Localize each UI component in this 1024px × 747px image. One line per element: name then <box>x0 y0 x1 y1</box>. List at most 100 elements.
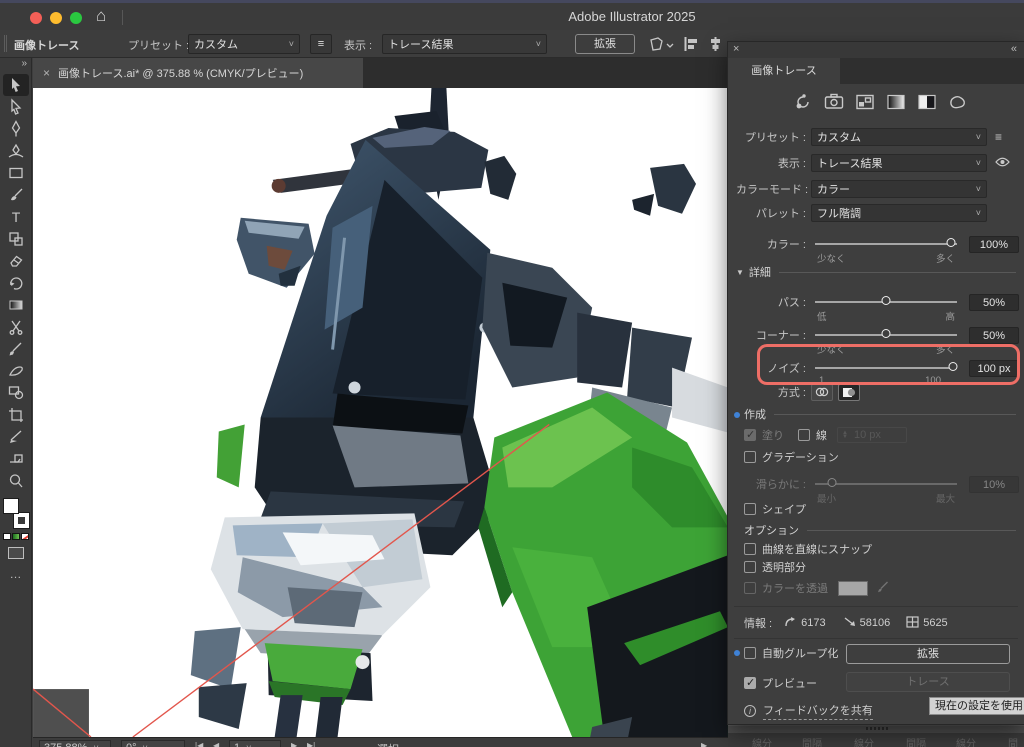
transparency-checkbox[interactable] <box>744 561 756 573</box>
document-tab[interactable]: × 画像トレース.ai* @ 375.88 % (CMYK/プレビュー) <box>33 58 363 88</box>
noise-value-field[interactable]: 100 px <box>969 359 1019 377</box>
close-panel-icon[interactable]: × <box>733 43 739 55</box>
view-label: 表示 : <box>777 158 806 170</box>
preset-dropdown[interactable]: カスタム ˅ <box>188 34 300 54</box>
status-play-icon[interactable]: ▶ <box>701 741 707 747</box>
share-feedback-link[interactable]: フィードバックを共有 <box>763 702 873 720</box>
preview-checkbox[interactable] <box>744 676 756 689</box>
chevron-down-icon: ˅ <box>535 39 541 49</box>
align-left-icon[interactable] <box>684 37 699 54</box>
smooth-value-field: 10% <box>969 475 1019 493</box>
chevron-down-icon: ˅ <box>143 743 148 747</box>
shaper-tool[interactable] <box>3 448 29 470</box>
path-slider[interactable]: 低 高 <box>815 295 957 323</box>
detail-section-header[interactable]: ▼ 詳細 <box>736 264 1016 280</box>
rectangle-tool[interactable] <box>3 162 29 184</box>
type-tool[interactable]: T <box>3 206 29 228</box>
shape-checkbox[interactable] <box>744 503 756 515</box>
noise-slider-knob[interactable] <box>948 362 958 371</box>
noise-slider[interactable]: 1 100 <box>815 361 958 386</box>
outline-preset-icon[interactable] <box>947 92 969 112</box>
path-value-field[interactable]: 50% <box>969 293 1019 311</box>
curvature-tool[interactable] <box>3 140 29 162</box>
document-setup-icon[interactable] <box>648 36 674 55</box>
prev-artboard-icon[interactable]: ◀ <box>213 741 219 747</box>
color-button[interactable] <box>2 533 11 540</box>
method-abutting-button[interactable] <box>811 383 833 401</box>
edit-toolbar-icon[interactable]: … <box>0 567 31 581</box>
gradient-button[interactable] <box>11 533 20 540</box>
rotate-view-tool[interactable] <box>3 272 29 294</box>
low-color-preset-icon[interactable] <box>854 92 876 112</box>
method-overlapping-button[interactable] <box>838 383 860 401</box>
preset-menu-icon[interactable]: ≡ <box>995 130 1002 144</box>
panel-resize-grip[interactable] <box>866 727 888 730</box>
auto-color-preset-icon[interactable] <box>792 92 814 112</box>
expand-button[interactable]: 拡張 <box>575 34 635 54</box>
artboard-number-dropdown[interactable]: 1 ˅ <box>229 740 281 747</box>
paintbrush-tool[interactable] <box>3 184 29 206</box>
view-label: 表示 : <box>344 40 373 52</box>
fill-stroke-row: 塗り 線 ▲▼ 10 px <box>744 426 1018 444</box>
autogroup-checkbox[interactable] <box>744 647 756 659</box>
expand-trace-button[interactable]: 拡張 <box>846 644 1010 664</box>
slice-tool[interactable] <box>3 426 29 448</box>
controlbar-grip[interactable] <box>4 35 7 52</box>
smooth-slider: 最小 最大 <box>815 477 957 505</box>
artboard-canvas[interactable] <box>33 88 728 737</box>
path-slider-knob[interactable] <box>881 296 891 305</box>
corner-value-field[interactable]: 50% <box>969 326 1019 344</box>
eyedropper-icon <box>876 580 890 597</box>
corner-slider-knob[interactable] <box>881 329 891 338</box>
pen-tool[interactable] <box>3 118 29 140</box>
direct-selection-tool[interactable] <box>3 96 29 118</box>
context-label: 画像トレース <box>14 40 80 52</box>
close-tab-icon[interactable]: × <box>43 66 50 80</box>
last-artboard-icon[interactable]: ▶| <box>307 741 315 747</box>
eyedropper-tool[interactable] <box>3 338 29 360</box>
snap-checkbox[interactable] <box>744 543 756 555</box>
color-slider[interactable]: 少なく 多く <box>815 237 957 265</box>
palette-select[interactable]: フル階調 ˅ <box>811 204 987 222</box>
eye-icon[interactable] <box>995 156 1010 170</box>
artboard-tool[interactable] <box>3 404 29 426</box>
stroke-swatch[interactable] <box>12 512 30 529</box>
rotation-dropdown[interactable]: 0° ˅ <box>121 740 185 747</box>
zoom-tool[interactable] <box>3 470 29 492</box>
fill-stroke-indicator[interactable] <box>2 498 30 529</box>
toolbar-expand-icon[interactable]: » <box>0 58 31 74</box>
illustrator-window: ⌂ Adobe Illustrator 2025 画像トレース プリセット : … <box>0 0 1024 747</box>
color-slider-knob[interactable] <box>946 238 956 247</box>
selection-tool[interactable] <box>2 74 29 96</box>
view-dropdown[interactable]: トレース結果 ˅ <box>382 34 547 54</box>
symbol-sprayer-tool[interactable] <box>3 360 29 382</box>
first-artboard-icon[interactable]: |◀ <box>195 741 203 747</box>
preset-select[interactable]: カスタム ˅ <box>811 128 987 146</box>
zoom-level-dropdown[interactable]: 375.88% ˅ <box>39 740 111 747</box>
fill-swatch[interactable] <box>2 498 19 514</box>
stroke-width-stepper[interactable]: ▲ ▼ 10 px <box>837 427 907 443</box>
shape-builder-tool[interactable] <box>3 382 29 404</box>
drawing-mode-button[interactable] <box>7 547 24 559</box>
next-artboard-icon[interactable]: ▶ <box>291 741 297 747</box>
stroke-checkbox[interactable] <box>798 429 810 441</box>
color-value-field[interactable]: 100% <box>969 235 1019 253</box>
fill-checkbox[interactable] <box>744 428 756 441</box>
gradient-tool[interactable] <box>3 294 29 316</box>
high-color-preset-icon[interactable] <box>823 92 845 112</box>
black-and-white-preset-icon[interactable] <box>916 92 938 112</box>
view-select[interactable]: トレース結果 ˅ <box>811 154 987 172</box>
color-mode-select[interactable]: カラー ˅ <box>811 180 987 198</box>
gradient-checkbox[interactable] <box>744 451 756 463</box>
eraser-tool[interactable] <box>3 250 29 272</box>
corner-slider[interactable]: 少なく 多く <box>815 328 957 356</box>
none-button[interactable] <box>20 533 29 540</box>
align-center-icon[interactable] <box>708 37 723 54</box>
grayscale-preset-icon[interactable] <box>885 92 907 112</box>
panel-tab-row: 画像トレース <box>728 58 1024 84</box>
scale-tool[interactable] <box>3 228 29 250</box>
collapse-panel-icon[interactable]: « <box>1011 43 1017 55</box>
trace-panel-toggle-icon[interactable]: ≡ <box>310 34 332 54</box>
scissors-tool[interactable] <box>3 316 29 338</box>
image-trace-tab[interactable]: 画像トレース <box>728 58 840 84</box>
